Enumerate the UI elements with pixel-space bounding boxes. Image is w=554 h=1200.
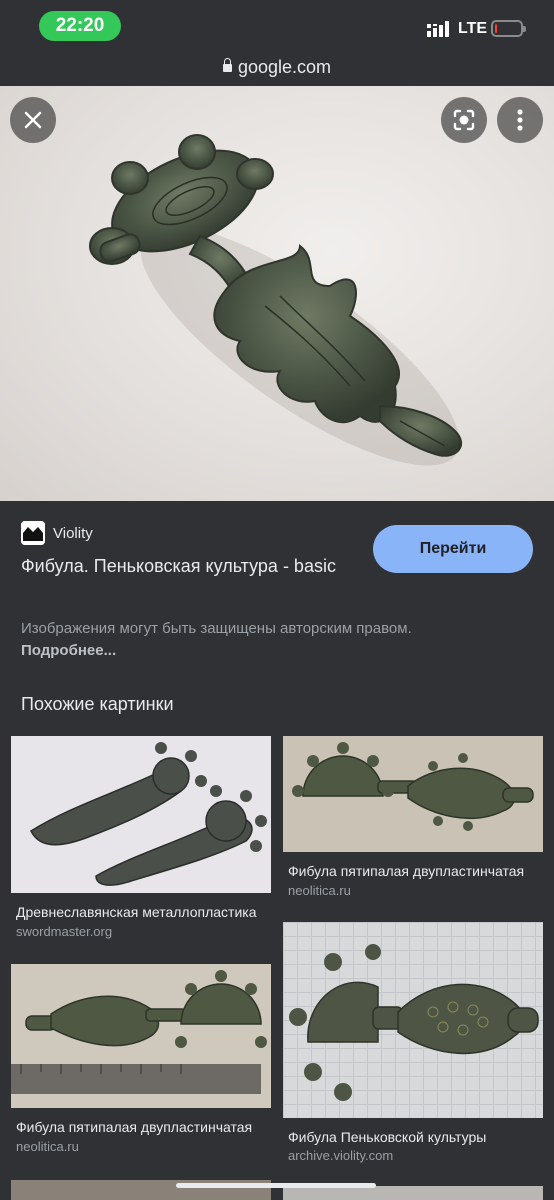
copyright-notice: Изображения могут быть защищены авторски… [21, 618, 421, 662]
similar-images-heading: Похожие картинки [21, 694, 174, 714]
similar-image-thumbnail[interactable] [11, 736, 271, 893]
signal-icon [427, 21, 449, 37]
home-indicator[interactable] [176, 1183, 376, 1188]
battery-icon [491, 20, 526, 37]
violity-logo-icon [21, 521, 45, 545]
similar-image-item[interactable]: Древнеславянская металлопластика swordma… [11, 736, 271, 946]
copyright-text: Изображения могут быть защищены авторски… [21, 620, 412, 637]
similar-image-source: neolitica.ru [288, 883, 351, 898]
similar-image-thumbnail[interactable] [283, 922, 543, 1118]
close-button[interactable] [10, 97, 56, 143]
status-bar: 22:20 LTE [0, 0, 554, 52]
network-type: LTE [458, 20, 488, 37]
similar-image-caption: Фибула Пеньковской культуры [288, 1129, 487, 1145]
status-time: 22:20 [39, 11, 121, 41]
visit-button[interactable]: Перейти [373, 525, 533, 573]
similar-image-item[interactable]: Фибула Пеньковской культуры archive.viol… [283, 922, 543, 1167]
similar-image-caption: Древнеславянская металлопластика [16, 904, 257, 920]
fibula-image [89, 134, 463, 466]
close-icon [24, 111, 42, 129]
similar-image-source: neolitica.ru [16, 1139, 79, 1154]
url-domain: google.com [237, 57, 332, 77]
more-options-button[interactable] [497, 97, 543, 143]
battery-level [495, 24, 497, 33]
similar-image-caption: Фибула пятипалая двупластинчатая [16, 1119, 253, 1135]
result-title[interactable]: Фибула. Пеньковская культура - basic [21, 553, 351, 579]
lens-icon [453, 109, 475, 131]
lock-icon [222, 58, 232, 72]
source-row[interactable]: Violity [21, 520, 93, 546]
more-vert-icon [517, 109, 523, 131]
similar-image-item[interactable]: Фибула пятипалая двупластинчатая neoliti… [11, 964, 271, 1158]
source-name: Violity [53, 524, 93, 542]
similar-image-thumbnail-partial[interactable] [283, 1186, 543, 1200]
similar-image-source: swordmaster.org [16, 924, 113, 939]
lens-button[interactable] [441, 97, 487, 143]
similar-image-source: archive.violity.com [288, 1148, 394, 1163]
similar-image-thumbnail[interactable] [11, 964, 271, 1108]
similar-image-caption: Фибула пятипалая двупластинчатая [288, 863, 525, 879]
learn-more-link[interactable]: Подробнее... [21, 642, 116, 659]
preview-image[interactable] [0, 86, 554, 501]
similar-image-item[interactable]: Фибула пятипалая двупластинчатая neoliti… [283, 736, 543, 906]
url-bar[interactable]: google.com [0, 52, 554, 86]
similar-image-thumbnail[interactable] [283, 736, 543, 852]
